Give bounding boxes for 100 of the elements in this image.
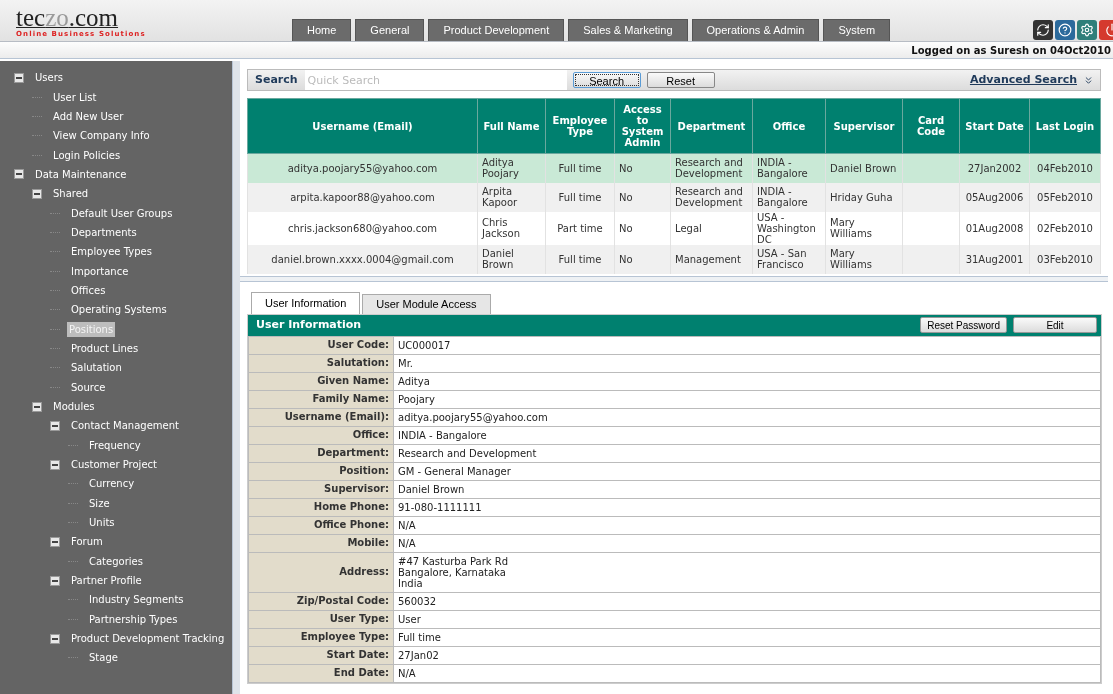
table-cell: Mary Williams — [825, 211, 903, 245]
table-cell: arpita.kapoor88@yahoo.com — [247, 182, 478, 212]
table-cell: INDIA - Bangalore — [752, 153, 826, 183]
expand-icon[interactable] — [1083, 74, 1094, 86]
table-cell: Legal — [670, 211, 753, 245]
tree-item[interactable]: Source — [69, 379, 108, 395]
field-value: #47 Kasturba Park Rd Bangalore, Karnataka India — [393, 552, 1101, 592]
collapse-icon[interactable] — [32, 401, 42, 412]
column-header[interactable]: Last Login — [1029, 98, 1101, 154]
panel-button[interactable]: Reset Password — [920, 317, 1007, 333]
table-cell: No — [614, 244, 671, 274]
collapse-icon[interactable] — [50, 459, 60, 470]
tree-item[interactable]: Modules — [51, 399, 97, 414]
collapse-icon[interactable] — [50, 536, 60, 547]
collapse-icon[interactable] — [14, 169, 24, 180]
tree-item[interactable]: Employee Types — [69, 244, 154, 260]
collapse-icon[interactable] — [50, 420, 60, 431]
tree-item[interactable]: Industry Segments — [87, 592, 186, 608]
table-cell: Full time — [545, 244, 615, 274]
column-header[interactable]: Username (Email) — [247, 98, 478, 154]
power-icon[interactable] — [1099, 20, 1113, 40]
table-row[interactable]: aditya.poojary55@yahoo.com Aditya Poojary Full time No Research and Development INDIA - Bangalore Daniel Brown 27Jan2002 04Feb2010 — [247, 153, 1101, 183]
table-cell: Research and Development — [670, 182, 753, 212]
nav-tab[interactable]: System — [823, 19, 891, 41]
tree-item[interactable]: Data Maintenance — [33, 166, 129, 182]
tree-item[interactable]: Size — [87, 495, 112, 511]
tree-item[interactable]: Partnership Types — [87, 611, 180, 627]
tree-item[interactable]: Importance — [69, 263, 131, 279]
tree-item[interactable]: Product Development Tracking — [69, 631, 227, 647]
tree-item[interactable]: Contact Management — [69, 418, 181, 434]
tree-item[interactable]: Product Lines — [69, 341, 141, 356]
table-cell: No — [614, 153, 671, 183]
tree-item[interactable]: Customer Project — [69, 457, 159, 473]
advanced-search-link[interactable]: Advanced Search — [969, 71, 1077, 89]
column-header[interactable]: Start Date — [959, 98, 1030, 154]
table-cell: 27Jan2002 — [959, 153, 1030, 183]
collapse-icon[interactable] — [14, 72, 24, 83]
tree-item[interactable]: Currency — [87, 476, 137, 492]
tree-item[interactable]: Departments — [69, 224, 139, 240]
table-row[interactable]: chris.jackson680@yahoo.com Chris Jackson Part time No Legal USA - Washington DC Mary Williams 01Aug2008 02Feb2010 — [247, 211, 1101, 245]
table-cell: 31Aug2001 — [959, 244, 1030, 274]
table-cell: USA - Washington DC — [752, 211, 826, 245]
table-cell: Full time — [545, 153, 615, 183]
table-cell: USA - San Francisco — [752, 244, 826, 274]
table-cell: 02Feb2010 — [1029, 211, 1101, 245]
detail-tab[interactable]: User Module Access — [362, 293, 491, 314]
nav-tab[interactable]: Operations & Admin — [691, 19, 820, 41]
tree-item[interactable]: Forum — [69, 534, 105, 550]
table-cell: Daniel Brown — [825, 153, 903, 183]
panel-button[interactable]: Edit — [1013, 317, 1097, 333]
table-cell: 05Feb2010 — [1029, 182, 1101, 212]
tree-item[interactable]: Units — [87, 515, 117, 531]
collapse-icon[interactable] — [32, 188, 42, 199]
table-cell: INDIA - Bangalore — [752, 182, 826, 212]
table-row[interactable]: daniel.brown.xxxx.0004@gmail.com Daniel Brown Full time No Management USA - San Francisco Mary Williams 31Aug2001 03Feb2010 — [247, 244, 1101, 274]
login-status: Logged on as Suresh on 04Oct2010 — [911, 43, 1111, 58]
tree-item[interactable]: Frequency — [87, 437, 143, 453]
tree-item[interactable]: Offices — [69, 282, 108, 298]
tree-item[interactable]: Partner Profile — [69, 573, 144, 589]
reset-button[interactable]: Reset — [646, 72, 715, 88]
detail-tab[interactable]: User Information — [251, 291, 361, 314]
panel-title: User Information — [256, 316, 362, 333]
nav-tab[interactable]: Product Development — [428, 19, 565, 41]
column-header[interactable]: Department — [670, 98, 753, 154]
tree-item[interactable]: Categories — [87, 553, 145, 569]
column-header[interactable]: Full Name — [477, 98, 546, 154]
nav-tab[interactable]: General — [355, 19, 425, 41]
tree-item[interactable]: User List — [51, 89, 99, 105]
table-cell: Part time — [545, 211, 615, 245]
collapse-icon[interactable] — [50, 633, 60, 644]
table-row[interactable]: arpita.kapoor88@yahoo.com Arpita Kapoor Full time No Research and Development INDIA - Bangalore Hriday Guha 05Aug2006 05Feb2010 — [247, 182, 1101, 212]
tree-item[interactable]: Operating Systems — [69, 302, 169, 318]
tree-item[interactable]: Salutation — [69, 360, 124, 376]
tree-item[interactable]: Default User Groups — [69, 205, 175, 221]
column-header[interactable]: Access to System Admin — [614, 98, 671, 154]
tree-item[interactable]: Add New User — [51, 108, 126, 124]
search-field[interactable]: Quick Search — [304, 70, 567, 90]
settings-icon[interactable] — [1077, 20, 1097, 40]
table-cell: chris.jackson680@yahoo.com — [247, 211, 478, 245]
nav-tab[interactable]: Home — [292, 19, 352, 41]
help-icon[interactable] — [1055, 20, 1075, 40]
search-button[interactable]: Search — [572, 72, 641, 88]
tree-item[interactable]: View Company Info — [51, 128, 152, 144]
tree-item[interactable]: Stage — [87, 650, 120, 666]
tree-item[interactable]: Shared — [51, 186, 91, 202]
refresh-icon[interactable] — [1033, 20, 1053, 40]
tree-item[interactable]: Users — [33, 70, 65, 86]
table-cell: Full time — [545, 182, 615, 212]
table-cell: 05Aug2006 — [959, 182, 1030, 212]
tree-item[interactable]: Login Policies — [51, 147, 123, 163]
column-header[interactable]: Office — [752, 98, 826, 154]
nav-tab[interactable]: Sales & Marketing — [568, 19, 688, 41]
field-value: UC000017 — [393, 336, 1101, 354]
table-cell: Daniel Brown — [477, 244, 546, 274]
column-header[interactable]: Employee Type — [545, 98, 615, 154]
table-cell: Research and Development — [670, 153, 753, 183]
collapse-icon[interactable] — [50, 575, 60, 586]
column-header[interactable]: Card Code — [902, 98, 960, 154]
column-header[interactable]: Supervisor — [825, 98, 903, 154]
table-cell: No — [614, 182, 671, 212]
